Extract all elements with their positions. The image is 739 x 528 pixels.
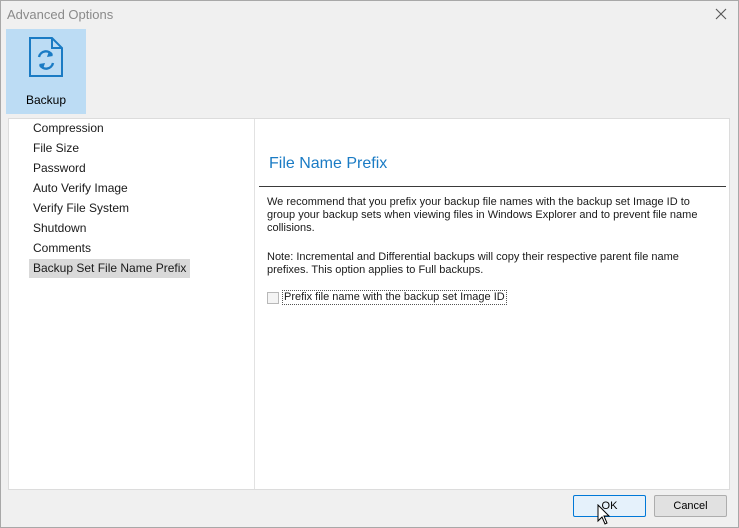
panel-description: We recommend that you prefix your backup…	[267, 196, 698, 234]
window-title: Advanced Options	[7, 7, 114, 22]
sidebar-item-file-size[interactable]: File Size	[29, 139, 83, 158]
ribbon: Backup	[1, 28, 738, 116]
prefix-checkbox[interactable]	[267, 291, 279, 304]
panel-title: File Name Prefix	[269, 155, 388, 172]
backup-file-icon	[29, 37, 63, 77]
sidebar-item-password[interactable]: Password	[29, 159, 90, 178]
mouse-cursor-icon	[597, 504, 611, 525]
prefix-checkbox-row[interactable]: Prefix file name with the backup set Ima…	[267, 290, 507, 305]
panel-note: Note: Incremental and Differential backu…	[267, 251, 679, 276]
close-button[interactable]	[710, 4, 732, 24]
sidebar-item-auto-verify-image[interactable]: Auto Verify Image	[29, 179, 132, 198]
ribbon-item-backup[interactable]: Backup	[6, 29, 86, 114]
sidebar-item-comments[interactable]: Comments	[29, 239, 95, 258]
close-icon	[715, 8, 727, 20]
title-divider	[259, 186, 726, 187]
advanced-options-dialog: Advanced Options Backup Compression File…	[0, 0, 739, 528]
sidebar-item-verify-file-system[interactable]: Verify File System	[29, 199, 133, 218]
options-sidebar: Compression File Size Password Auto Veri…	[9, 119, 255, 489]
sidebar-item-compression[interactable]: Compression	[29, 119, 108, 138]
sidebar-item-backup-set-file-name-prefix[interactable]: Backup Set File Name Prefix	[29, 259, 191, 278]
options-panel: File Name Prefix We recommend that you p…	[259, 119, 729, 489]
cancel-button[interactable]: Cancel	[654, 495, 727, 517]
content-area: Compression File Size Password Auto Veri…	[8, 118, 730, 490]
sidebar-item-shutdown[interactable]: Shutdown	[29, 219, 90, 238]
title-bar: Advanced Options	[1, 1, 738, 28]
ribbon-item-label: Backup	[25, 93, 67, 107]
prefix-checkbox-label[interactable]: Prefix file name with the backup set Ima…	[282, 290, 507, 305]
